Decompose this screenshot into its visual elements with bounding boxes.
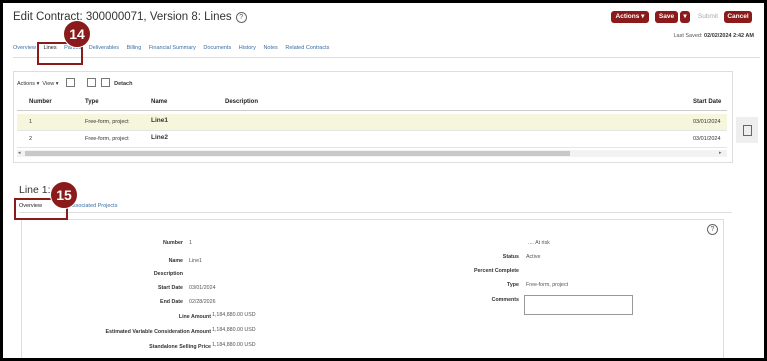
start-date-label: Start Date — [157, 285, 183, 291]
line-amount-label: Line Amount — [178, 314, 211, 320]
ssp-label: Standalone Selling Price — [149, 344, 211, 350]
line-amount-value: 1,184,880.00 USD — [212, 312, 256, 318]
subtab-associated-projects[interactable]: Associated Projects — [69, 203, 117, 209]
tab-related-contracts[interactable]: Related Contracts — [285, 45, 329, 51]
scroll-left-icon[interactable]: ◂ — [18, 150, 21, 156]
evc-label: Estimated Variable Consideration Amount — [105, 329, 211, 335]
freeze-icon[interactable] — [66, 78, 76, 87]
help-icon[interactable]: ? — [235, 12, 247, 23]
tab-history[interactable]: History — [239, 45, 256, 51]
tab-overview[interactable]: Overview — [13, 45, 36, 51]
name-label: Name — [168, 258, 183, 264]
column-header-number[interactable]: Number — [29, 99, 52, 105]
actions-button[interactable]: Actions ▾ — [611, 11, 649, 23]
save-button[interactable]: Save — [655, 11, 678, 23]
type-value: Free-form, project — [526, 282, 569, 288]
comments-textarea[interactable] — [524, 295, 633, 315]
status-label: Status — [502, 254, 519, 260]
detach-button[interactable]: Detach — [101, 78, 132, 87]
tab-documents[interactable]: Documents — [203, 45, 231, 51]
tab-billing[interactable]: Billing — [127, 45, 142, 51]
evc-value: 1,184,880.00 USD — [212, 327, 256, 333]
help-icon[interactable]: ? — [707, 224, 718, 235]
tab-financial-summary[interactable]: Financial Summary — [149, 45, 196, 51]
tab-divider — [13, 57, 760, 58]
comments-label: Comments — [491, 297, 519, 303]
cancel-button[interactable]: Cancel — [724, 11, 752, 23]
column-header-type[interactable]: Type — [85, 99, 99, 105]
description-label: Description — [153, 271, 183, 277]
tab-deliverables[interactable]: Deliverables — [89, 45, 119, 51]
save-menu-chevron-icon[interactable]: ▾ — [680, 11, 690, 23]
column-header-name[interactable]: Name — [151, 99, 167, 105]
status-value: Active — [526, 254, 541, 260]
name-value: Line1 — [189, 258, 202, 264]
detach-icon — [101, 78, 111, 87]
step-14-badge: 14 — [63, 20, 91, 48]
ssp-value: 1,184,880.00 USD — [212, 342, 256, 348]
column-header-start-date[interactable]: Start Date — [693, 99, 721, 105]
header-divider — [17, 110, 727, 111]
app-window: Edit Contract: 300000071, Version 8: Lin… — [3, 3, 764, 358]
risk-value: .... At risk — [528, 240, 550, 246]
scrollbar-thumb[interactable] — [25, 151, 570, 156]
toolbar-view-menu[interactable]: View ▾ — [42, 81, 58, 87]
end-date-value: 02/28/2026 — [189, 299, 216, 305]
end-date-label: End Date — [160, 299, 183, 305]
column-header-description[interactable]: Description — [225, 99, 258, 105]
step-15-badge: 15 — [50, 181, 78, 209]
document-panel-icon[interactable] — [736, 117, 758, 143]
type-label: Type — [507, 282, 519, 288]
scroll-right-icon[interactable]: ▸ — [719, 150, 722, 156]
table-toolbar: Actions ▾ View ▾ Detach — [17, 78, 132, 87]
percent-complete-label: Percent Complete — [473, 268, 519, 274]
wrap-icon[interactable] — [86, 78, 96, 87]
tab-notes[interactable]: Notes — [263, 45, 277, 51]
subtab-divider — [19, 212, 732, 213]
start-date-value: 03/01/2024 — [189, 285, 216, 291]
toolbar-actions-menu[interactable]: Actions ▾ — [17, 81, 39, 87]
page-title: Edit Contract: 300000071, Version 8: Lin… — [13, 11, 247, 23]
last-saved: Last Saved: 02/02/2024 2:42 AM — [673, 33, 754, 39]
table-row[interactable]: 1 Free-form, project Line1 03/01/2024 — [17, 114, 727, 131]
number-value: 1 — [189, 240, 192, 246]
submit-button[interactable]: Submit — [696, 11, 720, 23]
line-section-title: Line 1: — [19, 184, 51, 196]
table-row[interactable]: 2 Free-form, project Line2 03/01/2024 — [17, 131, 727, 148]
number-label: Number — [162, 240, 183, 246]
